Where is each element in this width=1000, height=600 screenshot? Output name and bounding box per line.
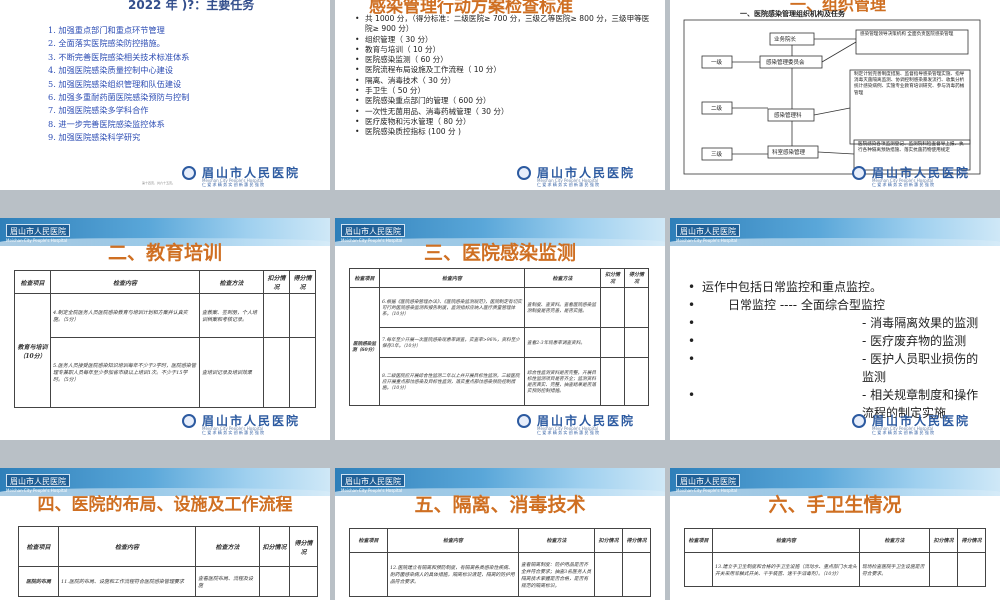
org-level-2: 二级 xyxy=(711,106,723,112)
list-item: • 运作中包括日常监控和重点监控。 xyxy=(688,280,883,294)
list-item: 7. 加强医院感染多学科合作 xyxy=(48,105,149,116)
list-item: 8. 进一步完善医院感染监控体系 xyxy=(48,118,165,129)
hospital-logo-icon xyxy=(517,166,531,180)
list-item: • 医院感染重点部门的管理（ 600 分） xyxy=(355,96,491,106)
list-item: 2. 全面落实医院感染防控措施。 xyxy=(48,38,165,49)
hospital-footer: 眉山市人民医院 Meishan City People's Hospital 仁… xyxy=(844,164,994,187)
hospital-logo-icon xyxy=(852,414,866,428)
list-item: 3. 不断完善医院感染相关技术标准体系 xyxy=(48,51,190,62)
hospital-footer: 眉山市人民医院 Meishan City People's Hospital 仁… xyxy=(844,412,994,435)
slide5-check-table: 检查项目 检查内容 检查方法 扣分情况 得分情况 医院感染监测（60分） 6.根… xyxy=(349,268,649,406)
list-item: 4. 加强医院感染质量控制中心建设 xyxy=(48,65,174,76)
hospital-logo-icon xyxy=(182,414,196,428)
org-note-ward: 医院感染各项监测登记、监测院科检查督导上报、执行各种隔离预防措施、落实抗菌药物使… xyxy=(858,142,964,153)
slide8-title: 五、隔离、消毒技术 xyxy=(414,494,586,516)
slide8-check-table: 检查项目 检查内容 检查方法 扣分情况 得分情况 12.医院建立有隔离和预防制度… xyxy=(349,528,651,597)
table-row: 8.二级医院应开展综合性监测二年以上并开展目标性监测，三级医院应开展重点部位感染… xyxy=(350,357,649,406)
org-box-vice-president: 业务院长 xyxy=(774,37,797,43)
hospital-logo-icon xyxy=(182,166,196,180)
list-item: • 教育与培训（ 10 分） xyxy=(355,44,441,54)
slide-thumbnail-7[interactable]: 眉山市人民医院 Meishan City People's Hospital 四… xyxy=(0,468,330,600)
slide4-check-table: 检查项目 检查内容 检查方法 扣分情况 得分情况 教育与培训（10分） 4.制定… xyxy=(14,270,316,408)
list-item: • 手卫生（ 50 分） xyxy=(355,86,426,96)
table-row: 教育与培训（10分） 4.制定全院医务人员医院感染教育与培训计划和方案并认真实施… xyxy=(14,293,316,408)
slide1-task-list: 1. 加强重点部门和重点环节管理 2. 全面落实医院感染防控措施。 3. 不断完… xyxy=(48,24,189,145)
list-item: • 医疗废物和污水管理（ 80 分） xyxy=(355,116,471,126)
table-row: 13.建立手卫生制度和合格的手卫生设施（流动水、重点部门水龙头开关采用非触式开关… xyxy=(684,552,986,587)
slide-thumbnail-3[interactable]: 一、组织管理 一、医院感染管理组织机构及任务 业务院长 感染管理委员会 感染管理… xyxy=(670,0,1000,190)
hospital-footer: 眉山市人民医院 Meishan City People's Hospital 仁… xyxy=(174,164,324,187)
slide-thumbnail-2[interactable]: 感染管理行动方案检查标准 • 共 1000 分，（得分标准：二级医院≥ 700 分… xyxy=(335,0,665,190)
slide9-title: 六、手卫生情况 xyxy=(768,494,902,516)
org-level-3: 三级 xyxy=(711,152,723,158)
list-item: • - 医护人员职业损伤的监测 xyxy=(688,352,979,384)
slide2-criteria-list: • 共 1000 分，（得分标准：二级医院≥ 700 分，三级乙等医院≥ 800 … xyxy=(355,14,655,138)
org-box-committee: 感染管理委员会 xyxy=(766,60,805,66)
table-row: 7.每年至少开展一次医院感染现患率调查，实查率>96%，资料至少保存3年。（10… xyxy=(350,327,649,358)
hospital-logo-icon xyxy=(517,414,531,428)
hospital-footer: 眉山市人民医院 Meishan City People's Hospital 仁… xyxy=(509,412,659,435)
list-item: 1. 加强重点部门和重点环节管理 xyxy=(48,25,165,35)
list-item: • - 消毒隔离效果的监测 xyxy=(688,316,979,330)
slide-thumbnail-1[interactable]: 2022 年 )?：主要任务 1. 加强重点部门和重点环节管理 2. 全面落实医… xyxy=(0,0,330,190)
org-note-committee: 感染管理领导决策机构 全面负责医院感染管理 xyxy=(860,32,954,37)
hospital-footer: 眉山市人民医院 Meishan City People's Hospital 仁… xyxy=(509,164,659,187)
slide-banner: 眉山市人民医院 Meishan City People's Hospital xyxy=(670,218,1000,246)
slide-thumbnail-8[interactable]: 眉山市人民医院 Meishan City People's Hospital 五… xyxy=(335,468,665,600)
list-item: • 医院感染监测（ 60 分） xyxy=(355,55,448,65)
list-item: • - 医疗废弃物的监测 xyxy=(688,334,967,348)
list-item: • 隔离、消毒技术（ 30 分） xyxy=(355,75,456,85)
hospital-footer: 眉山市人民医院 Meishan City People's Hospital 仁… xyxy=(174,412,324,435)
slide9-check-table: 检查项目 检查内容 检查方法 扣分情况 得分情况 13.建立手卫生制度和合格的手… xyxy=(684,528,986,587)
table-row: 医院感染监测（60分） 6.根据《医院感染管理办法》、《医院感染监测规范》，医院… xyxy=(349,287,649,406)
org-level-1: 一级 xyxy=(711,60,723,66)
slide7-title: 四、医院的布局、设施及工作流程 xyxy=(37,495,293,515)
list-item: • 医院感染质控指标 (100 分 ) xyxy=(355,127,462,137)
slide5-title: 三、医院感染监测 xyxy=(423,242,576,264)
slide4-title: 二、教育培训 xyxy=(107,242,222,264)
page-note: 第十四页，共六十五页。 xyxy=(142,181,176,185)
list-item: 5. 加强医院感染组织管理和队伍建设 xyxy=(48,78,182,89)
list-item: • 一次性无菌用品、消毒药械管理（ 30 分） xyxy=(355,106,509,116)
list-item: • 医院流程布局设施及工作流程（ 10 分） xyxy=(355,65,501,75)
table-row: 医院的布局 11.医院的布局、设施和工作流程符合医院感染管理要求 查看医院布局、… xyxy=(18,566,318,597)
list-item: • 组织管理（ 30 分） xyxy=(355,34,433,44)
slide-thumbnail-5[interactable]: 眉山市人民医院 Meishan City People's Hospital 三… xyxy=(335,218,665,440)
list-item: 9. 加强医院感染科学研究 xyxy=(48,132,141,143)
list-item: • 日常监控 ---- 全面综合型监控 xyxy=(688,298,885,312)
slide-thumbnail-9[interactable]: 眉山市人民医院 Meishan City People's Hospital 六… xyxy=(670,468,1000,600)
hospital-logo-icon xyxy=(852,166,866,180)
table-row: 12.医院建立有隔离和预防制度，有隔离各类感染性疾病、耐药菌感染病人的具体措施，… xyxy=(349,552,651,597)
slide-thumbnail-6[interactable]: 眉山市人民医院 Meishan City People's Hospital •… xyxy=(670,218,1000,440)
slide7-check-table: 检查项目 检查内容 检查方法 扣分情况 得分情况 医院的布局 11.医院的布局、… xyxy=(18,526,318,597)
slide-thumbnail-4[interactable]: 眉山市人民医院 Meishan City People's Hospital 二… xyxy=(0,218,330,440)
slide6-monitor-list: • 运作中包括日常监控和重点监控。 • 日常监控 ---- 全面综合型监控 • - 消… xyxy=(688,278,988,422)
list-item: • 共 1000 分，（得分标准：二级医院≥ 700 分，三级乙等医院≥ 800 … xyxy=(355,14,650,34)
org-note-office: 制定计划完善制度措施、监督指导感染管理实施、指导消毒灭菌隔离监测、协调控制感染暴… xyxy=(854,72,965,96)
table-row: 5.医务人员接受医院感染知识培训每年不少于3学时，医院感染管理专兼职人员每年至少… xyxy=(15,337,316,408)
slide1-heading: 2022 年 )?：主要任务 xyxy=(128,0,255,12)
org-box-ward: 科室感染管理 xyxy=(772,150,806,156)
list-item: 6. 加强多重耐药菌医院感染预防与控制 xyxy=(48,92,190,103)
org-box-office: 感染管理科 xyxy=(774,113,802,119)
